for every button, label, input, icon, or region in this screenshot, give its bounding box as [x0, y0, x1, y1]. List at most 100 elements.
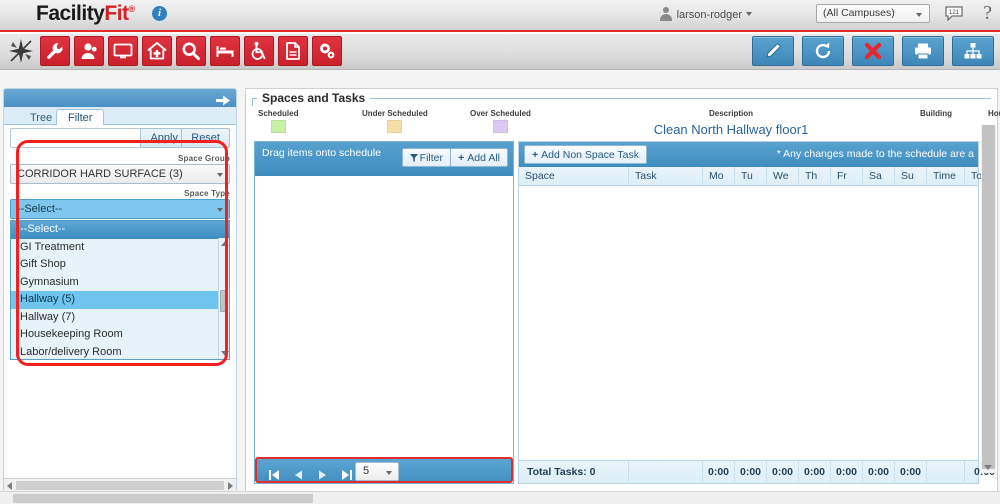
last-page-icon[interactable]: [341, 467, 352, 477]
hierarchy-button[interactable]: [952, 36, 994, 66]
filter-button-label: Filter: [420, 152, 443, 164]
chevron-down-icon: [217, 208, 223, 212]
scrollbar-thumb[interactable]: [220, 290, 228, 312]
dropdown-option[interactable]: Housekeeping Room: [11, 326, 229, 344]
column-header-mo[interactable]: Mo: [703, 167, 735, 186]
filter-search-input[interactable]: [10, 128, 146, 148]
column-header-task[interactable]: Task: [629, 167, 703, 186]
toolbar-left-group: [6, 36, 342, 66]
bed-icon[interactable]: [210, 36, 240, 66]
page-size-select[interactable]: 5: [355, 462, 399, 481]
space-type-dropdown-list[interactable]: --Select-- GI Treatment Gift Shop Gymnas…: [10, 220, 230, 360]
dropdown-option[interactable]: Labor/delivery Room: [11, 344, 229, 361]
chat-icon[interactable]: 121: [945, 6, 963, 21]
space-group-select[interactable]: CORRIDOR HARD SURFACE (3): [10, 164, 230, 184]
dropdown-option[interactable]: Gift Shop: [11, 256, 229, 274]
hours-header: Hou: [988, 109, 1000, 118]
column-header-th[interactable]: Th: [799, 167, 831, 186]
schedule-header: +Add Non Space Task * Any changes made t…: [519, 142, 978, 167]
drag-items-panel: Drag items onto schedule Filter +Add All: [254, 141, 514, 484]
column-header-tu[interactable]: Tu: [735, 167, 767, 186]
dropdown-option[interactable]: Hallway (7): [11, 309, 229, 327]
scroll-down-icon[interactable]: [984, 465, 992, 470]
delete-button[interactable]: [852, 36, 894, 66]
scrollbar-thumb[interactable]: [13, 494, 313, 503]
schedule-column-headers: Space Task Mo Tu We Th Fr Sa Su Time Tot…: [519, 167, 978, 186]
collapse-panel-icon[interactable]: [216, 93, 230, 104]
filter-button[interactable]: Filter: [402, 148, 451, 167]
dropdown-option[interactable]: GI Treatment: [11, 239, 229, 257]
scroll-up-icon[interactable]: [221, 241, 229, 246]
next-page-icon[interactable]: [317, 467, 328, 477]
prev-page-icon[interactable]: [293, 467, 304, 477]
scrollbar-thumb[interactable]: [16, 481, 224, 490]
monitor-icon[interactable]: [108, 36, 138, 66]
column-header-fr[interactable]: Fr: [831, 167, 863, 186]
schedule-note: * Any changes made to the schedule are a: [777, 148, 974, 160]
info-icon[interactable]: i: [152, 6, 167, 21]
print-button[interactable]: [902, 36, 944, 66]
page-size-value: 5: [363, 465, 369, 477]
svg-text:121: 121: [949, 10, 960, 16]
hospital-home-icon[interactable]: [142, 36, 172, 66]
scroll-right-icon[interactable]: [228, 482, 233, 490]
tab-filter[interactable]: Filter: [56, 109, 104, 125]
app-logo: FacilityFit®: [36, 2, 135, 26]
column-header-we[interactable]: We: [767, 167, 799, 186]
space-group-value: CORRIDOR HARD SURFACE (3): [17, 168, 183, 180]
total-mo: 0:00: [703, 461, 735, 484]
dropdown-option[interactable]: Gymnasium: [11, 274, 229, 292]
column-header-space[interactable]: Space: [519, 167, 629, 186]
column-header-sa[interactable]: Sa: [863, 167, 895, 186]
left-panel-hscrollbar[interactable]: [4, 478, 236, 491]
add-non-space-task-button[interactable]: +Add Non Space Task: [524, 145, 647, 164]
wrench-icon[interactable]: [40, 36, 70, 66]
chevron-down-icon: [217, 173, 223, 177]
help-icon[interactable]: ?: [983, 2, 992, 25]
add-all-button[interactable]: +Add All: [450, 148, 508, 167]
edit-button[interactable]: [752, 36, 794, 66]
legend-label: Under Scheduled: [362, 109, 428, 118]
drag-items-list[interactable]: [255, 176, 513, 457]
scroll-left-icon[interactable]: [7, 482, 12, 490]
refresh-button[interactable]: [802, 36, 844, 66]
legend-swatch: [271, 120, 286, 133]
description-header: Description: [576, 109, 886, 118]
gears-icon[interactable]: [312, 36, 342, 66]
user-menu[interactable]: larson-rodger: [659, 7, 752, 21]
dropdown-option-highlighted[interactable]: Hallway (5): [11, 291, 229, 309]
pagination-bar: 5: [255, 457, 513, 483]
schedule-grid-body[interactable]: [519, 186, 978, 459]
page-hscrollbar[interactable]: [0, 491, 1000, 504]
space-type-label: Space Type: [10, 188, 230, 199]
logo-facility-text: Facility: [36, 2, 104, 25]
left-panel-titlebar: [4, 89, 236, 107]
document-icon[interactable]: [278, 36, 308, 66]
total-su: 0:00: [895, 461, 927, 484]
column-header-time[interactable]: Time: [927, 167, 965, 186]
wheelchair-icon[interactable]: [244, 36, 274, 66]
main-panel-vscrollbar[interactable]: [981, 125, 996, 473]
campus-select[interactable]: (All Campuses): [816, 4, 930, 23]
sparkle-icon[interactable]: [6, 36, 36, 66]
application-root: FacilityFit® i larson-rodger (All Campus…: [0, 0, 1000, 504]
total-task: [629, 461, 703, 484]
dropdown-option-select[interactable]: --Select--: [11, 221, 229, 239]
reset-button[interactable]: Reset: [181, 128, 230, 148]
person-icon[interactable]: [74, 36, 104, 66]
total-tu: 0:00: [735, 461, 767, 484]
logo-trademark: ®: [129, 4, 135, 14]
dropdown-scrollbar[interactable]: [218, 238, 229, 359]
space-type-select[interactable]: --Select--: [10, 199, 230, 219]
plus-icon: +: [532, 149, 538, 161]
magnifier-icon[interactable]: [176, 36, 206, 66]
scroll-down-icon[interactable]: [221, 351, 229, 356]
toolbar-right-group: [752, 36, 994, 66]
first-page-icon[interactable]: [269, 467, 280, 477]
building-header: Building: [886, 109, 986, 118]
building-column: Building: [886, 109, 986, 118]
scrollbar-thumb[interactable]: [982, 125, 995, 469]
chevron-down-icon: [746, 12, 752, 16]
schedule-totals-row: Total Tasks: 0 0:00 0:00 0:00 0:00 0:00 …: [519, 460, 978, 483]
column-header-su[interactable]: Su: [895, 167, 927, 186]
